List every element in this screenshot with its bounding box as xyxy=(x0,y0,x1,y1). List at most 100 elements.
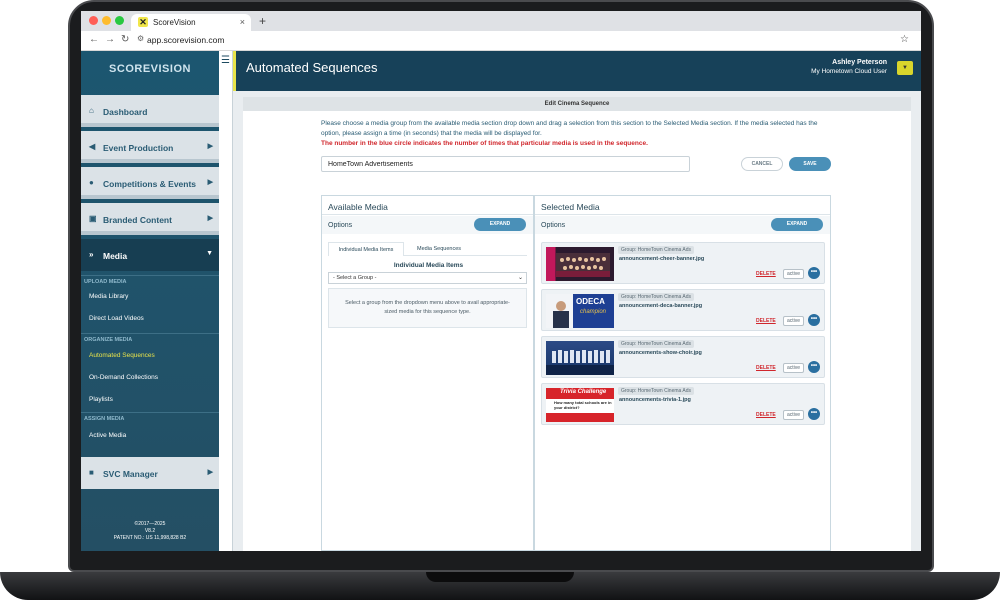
group-select[interactable]: - Select a Group - ⌄ xyxy=(328,272,527,284)
delete-link[interactable]: DELETE xyxy=(756,365,776,371)
app: SCOREVISION ⌂ Dashboard ◀ Event Producti… xyxy=(81,51,921,551)
sidebar-subitem-active-media[interactable]: Active Media xyxy=(89,432,126,439)
save-button[interactable]: SAVE xyxy=(789,157,831,171)
url-field[interactable]: app.scorevision.com xyxy=(147,35,224,45)
warning-text: The number in the blue circle indicates … xyxy=(321,140,648,147)
chevron-right-icon: ▶ xyxy=(207,179,213,186)
chevron-right-icon: ▶ xyxy=(207,469,213,476)
footer-version: V8.2 xyxy=(144,528,156,534)
forward-icon[interactable]: → xyxy=(105,34,115,45)
empty-hint: Select a group from the dropdown menu ab… xyxy=(328,288,527,328)
list-item[interactable]: ODECA champion Group: HomeTown Cinema Ad… xyxy=(541,289,825,331)
usage-count-badge[interactable]: ••• xyxy=(808,314,820,326)
available-media-column: Available Media Options EXPAND Individua… xyxy=(321,195,534,551)
status-badge: active xyxy=(783,363,805,373)
chevron-right-icon: ▶ xyxy=(207,143,213,150)
file-name: announcement-cheer-banner.jpg xyxy=(619,256,705,262)
group-select-value: - Select a Group - xyxy=(333,275,377,281)
sidebar-item-branded-content[interactable]: ▣ Branded Content ▶ xyxy=(81,203,219,235)
divider xyxy=(535,214,830,215)
selected-media-column: Selected Media Options EXPAND Group: Hom… xyxy=(534,195,831,551)
group-tag: Group: HomeTown Cinema Ads xyxy=(618,387,695,395)
status-badge: active xyxy=(783,269,805,279)
options-label: Options xyxy=(541,222,566,229)
expand-button[interactable]: EXPAND xyxy=(771,218,823,231)
status-badge: active xyxy=(783,316,805,326)
tab-individual-media-items[interactable]: Individual Media Items xyxy=(328,242,404,256)
fast-forward-icon: » xyxy=(89,250,94,259)
sidebar-item-label: SVC Manager xyxy=(103,469,158,479)
sidebar-toggle-strip: ☰ xyxy=(219,51,233,551)
close-window-button[interactable] xyxy=(89,16,98,25)
options-label: Options xyxy=(328,222,353,229)
sidebar-subitem-direct-load-videos[interactable]: Direct Load Videos xyxy=(89,315,144,322)
close-tab-icon[interactable]: × xyxy=(240,17,245,27)
trivia-question-text: How many total schools are in your distr… xyxy=(554,400,612,410)
ball-icon: ● xyxy=(89,178,94,187)
scorevision-logo[interactable]: SCOREVISION xyxy=(105,63,195,77)
panel-heading: Edit Cinema Sequence xyxy=(243,97,911,111)
status-badge: active xyxy=(783,410,805,420)
media-subtabs: Individual Media Items Media Sequences xyxy=(328,242,527,256)
address-bar: ← → ↻ ⚙ app.scorevision.com ☆ xyxy=(81,31,921,51)
sidebar-item-dashboard[interactable]: ⌂ Dashboard xyxy=(81,95,219,127)
page-header: Automated Sequences Ashley Peterson My H… xyxy=(233,51,921,91)
megaphone-icon: ◀ xyxy=(89,142,96,151)
reload-icon[interactable]: ↻ xyxy=(121,34,129,45)
sidebar-item-event-production[interactable]: ◀ Event Production ▶ xyxy=(81,131,219,163)
usage-count-badge[interactable]: ••• xyxy=(808,408,820,420)
list-item[interactable]: Trivia Challenge How many total schools … xyxy=(541,383,825,425)
user-name: Ashley Peterson xyxy=(832,59,887,66)
thumbnail-show-choir xyxy=(546,341,614,375)
sidebar-item-media[interactable]: » Media ▼ xyxy=(81,239,219,271)
usage-count-badge[interactable]: ••• xyxy=(808,361,820,373)
maximize-window-button[interactable] xyxy=(115,16,124,25)
user-info[interactable]: Ashley Peterson My Hometown Cloud User xyxy=(811,58,887,76)
tab-media-sequences[interactable]: Media Sequences xyxy=(404,242,474,256)
sidebar-item-label: Media xyxy=(103,251,128,261)
list-item[interactable]: Group: HomeTown Cinema Ads announcements… xyxy=(541,336,825,378)
sequence-name-input[interactable] xyxy=(321,156,690,172)
choir-group-icon xyxy=(546,350,614,375)
file-name: announcements-trivia-1.jpg xyxy=(619,397,691,403)
home-icon: ⌂ xyxy=(89,106,94,115)
scorevision-favicon-icon: ✕ xyxy=(138,17,148,27)
content-icon: ▣ xyxy=(89,214,97,223)
sidebar-item-svc-manager[interactable]: ■ SVC Manager ▶ xyxy=(81,457,219,489)
instructions-text: Please choose a media group from the ava… xyxy=(321,120,818,137)
cheer-team-photo-icon xyxy=(556,253,610,277)
deca-logo-text: ODECA xyxy=(576,297,605,306)
sidebar-subitem-automated-sequences[interactable]: Automated Sequences xyxy=(89,352,155,359)
new-tab-button[interactable]: + xyxy=(259,14,266,28)
expand-button[interactable]: EXPAND xyxy=(474,218,526,231)
section-heading-upload-media: UPLOAD MEDIA xyxy=(81,275,219,287)
tab-title: ScoreVision xyxy=(153,18,196,27)
back-icon[interactable]: ← xyxy=(89,34,99,45)
delete-link[interactable]: DELETE xyxy=(756,412,776,418)
cancel-button[interactable]: CANCEL xyxy=(741,157,783,171)
bookmark-star-icon[interactable]: ☆ xyxy=(900,34,909,45)
sidebar-item-competitions-events[interactable]: ● Competitions & Events ▶ xyxy=(81,167,219,199)
sidebar-subitem-playlists[interactable]: Playlists xyxy=(89,396,113,403)
thumbnail-trivia: Trivia Challenge How many total schools … xyxy=(546,388,614,422)
usage-count-badge[interactable]: ••• xyxy=(808,267,820,279)
user-menu-dropdown-icon[interactable]: ▼ xyxy=(897,61,913,75)
file-name: announcements-show-choir.jpg xyxy=(619,350,702,356)
hamburger-menu-icon[interactable]: ☰ xyxy=(221,55,230,66)
delete-link[interactable]: DELETE xyxy=(756,271,776,277)
browser-tab[interactable]: ✕ ScoreVision × xyxy=(131,14,251,31)
minimize-window-button[interactable] xyxy=(102,16,111,25)
thumbnail-deca-banner: ODECA champion xyxy=(546,294,614,328)
page-title: Automated Sequences xyxy=(246,60,378,75)
sidebar-subitem-on-demand-collections[interactable]: On-Demand Collections xyxy=(89,374,158,381)
delete-link[interactable]: DELETE xyxy=(756,318,776,324)
list-item[interactable]: Group: HomeTown Cinema Ads announcement-… xyxy=(541,242,825,284)
video-camera-icon: ■ xyxy=(89,468,94,477)
sidebar-item-label: Branded Content xyxy=(103,215,172,225)
site-info-icon[interactable]: ⚙ xyxy=(137,34,144,43)
footer-patent: PATENT NO.: US 11,998,828 B2 xyxy=(113,535,187,541)
chevron-down-icon: ⌄ xyxy=(517,275,523,281)
trivia-title-text: Trivia Challenge xyxy=(560,389,607,395)
sidebar-subitem-media-library[interactable]: Media Library xyxy=(89,293,128,300)
browser-tabbar: ✕ ScoreVision × + xyxy=(81,11,921,31)
